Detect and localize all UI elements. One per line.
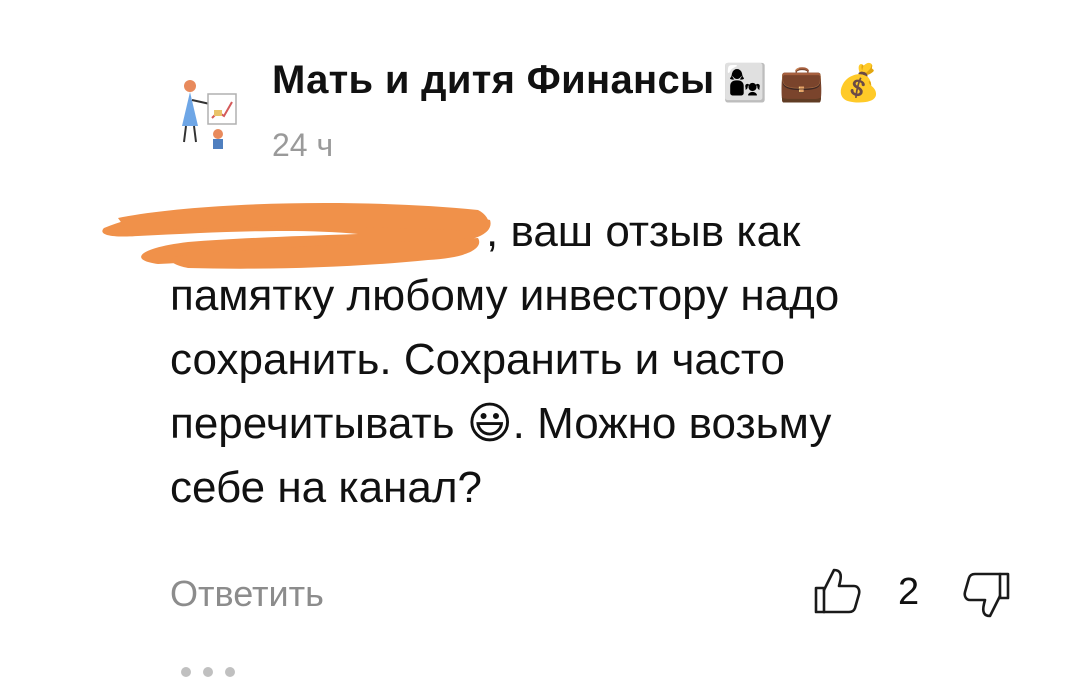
smiley-emoji-icon: 😃 [466,398,513,449]
comment-card: Мать и дитя Финансы 👩‍👧 💼 💰 24 ч , ваш от… [0,0,1080,677]
comment-timestamp: 24 ч [272,127,334,163]
avatar-head [184,80,196,92]
author-name-text: Мать и дитя Финансы [272,58,715,102]
avatar-board [207,93,237,125]
thumbs-up-icon[interactable] [812,564,862,618]
comment-text-line5: себе на канал? [170,463,482,512]
avatar[interactable] [160,68,250,158]
comment-text-line2: памятку любому инвестору надо [170,271,840,320]
comment-text-line1: , ваш отзыв как [486,207,801,256]
comment-text: , ваш отзыв как памятку любому инвестору … [170,200,950,520]
author-emoji: 👩‍👧 💼 💰 [722,63,882,104]
reply-button[interactable]: Ответить [170,572,324,616]
like-count: 2 [898,571,920,613]
comment-text-line3: сохранить. Сохранить и часто [170,335,786,384]
author-name[interactable]: Мать и дитя Финансы 👩‍👧 💼 💰 [272,56,881,108]
comment-text-line4a: перечитывать [170,399,467,448]
avatar-child-head [213,129,223,139]
avatar-leg [183,125,187,143]
avatar-leg [193,125,197,143]
more-dots-icon[interactable] [176,662,240,682]
avatar-board-coins [214,110,222,116]
thumbs-down-icon[interactable] [962,568,1012,622]
avatar-child-body [213,139,223,149]
comment-text-line4b: . Можно возьму [512,399,832,448]
avatar-dress [182,92,198,126]
